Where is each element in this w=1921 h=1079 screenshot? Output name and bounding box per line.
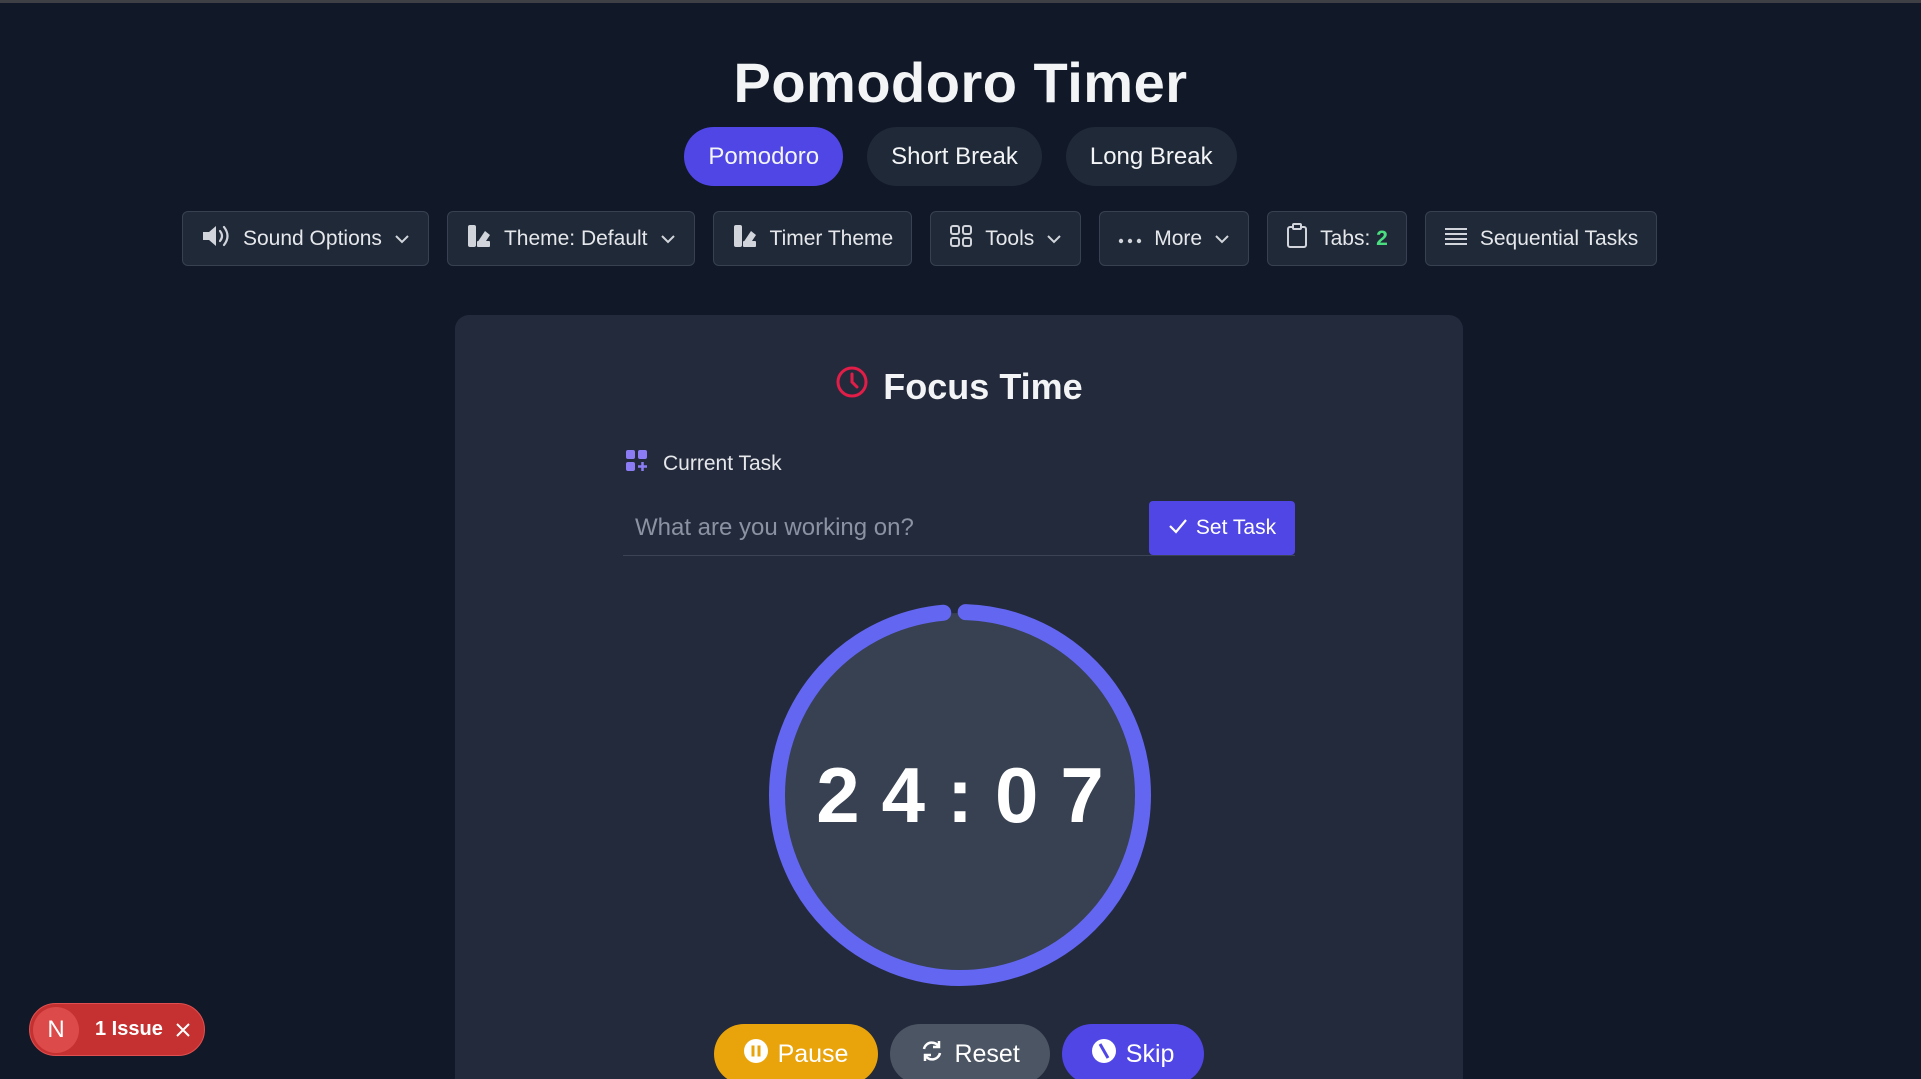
pause-icon	[743, 1038, 768, 1070]
clock-icon	[835, 365, 869, 408]
timer-dial: 24:07	[765, 600, 1155, 990]
tools-button[interactable]: Tools	[930, 211, 1082, 266]
grid-icon	[949, 224, 973, 254]
set-task-label: Set Task	[1195, 516, 1277, 539]
sound-options-label: Sound Options	[243, 226, 382, 250]
pause-button[interactable]: Pause	[713, 1024, 879, 1079]
mode-tabs: Pomodoro Short Break Long Break	[0, 127, 1921, 186]
current-task-text: Current Task	[663, 452, 782, 475]
apps-add-icon	[625, 449, 649, 479]
timer-theme-button[interactable]: Timer Theme	[712, 211, 913, 266]
timer-theme-label: Timer Theme	[769, 226, 894, 250]
tab-pomodoro[interactable]: Pomodoro	[684, 127, 844, 186]
issues-badge[interactable]: N 1 Issue	[29, 1003, 205, 1056]
issue-count-label: 1 Issue	[95, 1018, 163, 1040]
sequential-tasks-button[interactable]: Sequential Tasks	[1424, 211, 1658, 266]
reset-label: Reset	[954, 1039, 1020, 1068]
check-icon	[1168, 516, 1188, 540]
tabs-label: Tabs:	[1320, 226, 1371, 250]
set-task-button[interactable]: Set Task	[1149, 501, 1295, 555]
skip-icon	[1091, 1038, 1116, 1070]
reset-button[interactable]: Reset	[890, 1024, 1050, 1079]
palette-icon	[732, 223, 758, 255]
toolbar: Sound Options Theme: Default Timer Theme…	[182, 211, 1658, 266]
timer-display: 24:07	[816, 751, 1126, 839]
tools-label: Tools	[985, 226, 1035, 250]
speaker-icon	[201, 223, 231, 255]
chevron-down-icon	[660, 227, 676, 251]
ellipsis-icon	[1118, 227, 1142, 251]
tab-long-break[interactable]: Long Break	[1065, 127, 1237, 186]
chevron-down-icon	[1214, 227, 1230, 251]
palette-icon	[466, 223, 492, 255]
skip-button[interactable]: Skip	[1061, 1024, 1205, 1079]
issue-avatar: N	[33, 1006, 79, 1053]
sequential-tasks-label: Sequential Tasks	[1479, 226, 1639, 250]
list-icon	[1444, 226, 1468, 252]
current-task-label: Current Task	[625, 449, 782, 479]
page-title: Pomodoro Timer	[733, 51, 1188, 114]
skip-label: Skip	[1125, 1039, 1175, 1068]
task-input[interactable]	[623, 501, 1143, 555]
pause-label: Pause	[777, 1039, 849, 1068]
timer-controls: Pause Reset Skip	[455, 1024, 1463, 1079]
focus-title-text: Focus Time	[883, 365, 1083, 407]
more-label: More	[1154, 226, 1203, 250]
close-icon[interactable]	[175, 1022, 191, 1038]
focus-heading: Focus Time	[455, 365, 1463, 408]
timer-card: Focus Time Current Task Set Task	[455, 315, 1463, 1079]
chevron-down-icon	[394, 227, 410, 251]
chevron-down-icon	[1046, 227, 1062, 251]
tabs-button[interactable]: Tabs: 2	[1267, 211, 1407, 266]
clipboard-icon	[1286, 222, 1308, 255]
theme-button[interactable]: Theme: Default	[446, 211, 695, 266]
theme-label: Theme: Default	[503, 226, 648, 250]
task-input-row: Set Task	[623, 501, 1295, 556]
tabs-count: 2	[1376, 226, 1388, 250]
refresh-icon	[920, 1039, 944, 1070]
app-window: Pomodoro Timer Pomodoro Short Break Long…	[0, 0, 1921, 1079]
tab-short-break[interactable]: Short Break	[867, 127, 1042, 186]
sound-options-button[interactable]: Sound Options	[182, 211, 429, 266]
more-button[interactable]: More	[1099, 211, 1250, 266]
